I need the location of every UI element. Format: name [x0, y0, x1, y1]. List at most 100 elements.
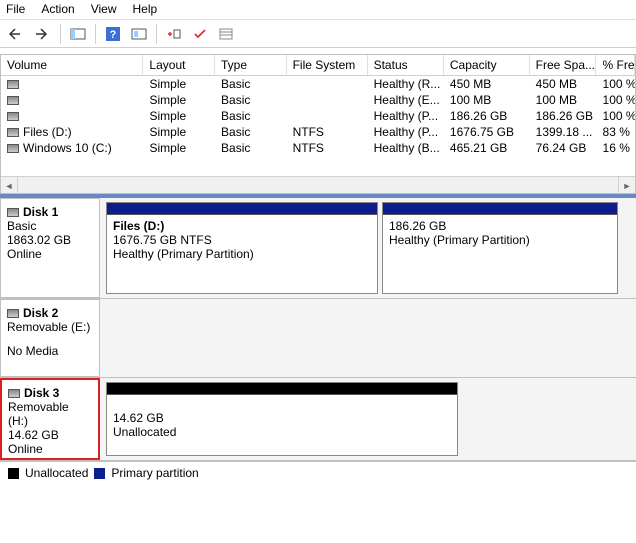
disk-name: Disk 1: [23, 205, 58, 219]
cell-status: Healthy (P...: [368, 108, 444, 124]
cell-freespace: 76.24 GB: [530, 140, 597, 156]
toolbar-separator: [60, 24, 61, 44]
cell-status: Healthy (E...: [368, 92, 444, 108]
cell-freespace: 450 MB: [530, 76, 597, 92]
partition-status: Unallocated: [113, 425, 451, 439]
cell-type: Basic: [215, 108, 287, 124]
partition-status: Healthy (Primary Partition): [389, 233, 611, 247]
partition-size: 1676.75 GB NTFS: [113, 233, 371, 247]
cell-layout: Simple: [143, 124, 215, 140]
legend-swatch-unallocated: [8, 468, 19, 479]
toolbar-separator: [95, 24, 96, 44]
refresh-icon[interactable]: [163, 23, 185, 45]
legend-swatch-primary: [94, 468, 105, 479]
list-icon[interactable]: [215, 23, 237, 45]
col-filesystem[interactable]: File System: [287, 55, 368, 75]
partition-bar-primary: [383, 203, 617, 215]
legend: Unallocated Primary partition: [0, 461, 636, 484]
disk-icon: [7, 144, 19, 153]
cell-type: Basic: [215, 124, 287, 140]
partition[interactable]: Files (D:) 1676.75 GB NTFS Healthy (Prim…: [106, 202, 378, 294]
cell-layout: Simple: [143, 108, 215, 124]
disk-icon: [7, 112, 19, 121]
toolbar: ?: [0, 20, 636, 48]
legend-label-primary: Primary partition: [111, 466, 198, 480]
disk-info-panel[interactable]: Disk 3 Removable (H:) 14.62 GB Online: [0, 378, 100, 460]
volume-row[interactable]: Windows 10 (C:)SimpleBasicNTFSHealthy (B…: [1, 140, 635, 156]
menu-view[interactable]: View: [91, 2, 117, 17]
check-icon[interactable]: [189, 23, 211, 45]
cell-freespace: 1399.18 ...: [530, 124, 597, 140]
partition-bar-primary: [107, 203, 377, 215]
col-status[interactable]: Status: [368, 55, 444, 75]
col-volume[interactable]: Volume: [1, 55, 143, 75]
menu-bar: File Action View Help: [0, 0, 636, 20]
cell-filesystem: [287, 92, 368, 108]
disk-state: No Media: [7, 344, 93, 358]
disk-type: Removable (E:): [7, 320, 93, 334]
volume-row[interactable]: Files (D:)SimpleBasicNTFSHealthy (P...16…: [1, 124, 635, 140]
disk-type: Basic: [7, 219, 93, 233]
volume-row[interactable]: SimpleBasicHealthy (E...100 MB100 MB100 …: [1, 92, 635, 108]
cell-percentfree: 100 %: [597, 92, 635, 108]
disk-icon: [7, 208, 19, 217]
partition-status: Healthy (Primary Partition): [113, 247, 371, 261]
show-hide-icon[interactable]: [67, 23, 89, 45]
col-freespace[interactable]: Free Spa...: [530, 55, 597, 75]
volume-rows: SimpleBasicHealthy (R...450 MB450 MB100 …: [1, 76, 635, 156]
cell-type: Basic: [215, 140, 287, 156]
cell-percentfree: 100 %: [597, 108, 635, 124]
cell-filesystem: [287, 108, 368, 124]
cell-filesystem: NTFS: [287, 140, 368, 156]
toolbar-separator: [156, 24, 157, 44]
disk-graphical-view: Disk 1 Basic 1863.02 GB Online Files (D:…: [0, 194, 636, 484]
disk-info-panel[interactable]: Disk 2 Removable (E:) No Media: [0, 299, 100, 377]
legend-label-unallocated: Unallocated: [25, 466, 88, 480]
scroll-left-icon[interactable]: ◄: [1, 177, 18, 194]
scroll-right-icon[interactable]: ►: [618, 177, 635, 194]
volume-row[interactable]: SimpleBasicHealthy (P...186.26 GB186.26 …: [1, 108, 635, 124]
partition[interactable]: 14.62 GB Unallocated: [106, 382, 458, 456]
disk-info-panel[interactable]: Disk 1 Basic 1863.02 GB Online: [0, 198, 100, 298]
disk-name: Disk 2: [23, 306, 58, 320]
menu-action[interactable]: Action: [41, 2, 74, 17]
cell-status: Healthy (P...: [368, 124, 444, 140]
col-type[interactable]: Type: [215, 55, 287, 75]
col-capacity[interactable]: Capacity: [444, 55, 530, 75]
disk-icon: [7, 96, 19, 105]
cell-layout: Simple: [143, 92, 215, 108]
forward-icon[interactable]: [32, 23, 54, 45]
partition-size: 186.26 GB: [389, 219, 611, 233]
disk-icon: [8, 389, 20, 398]
disk-partitions: [100, 299, 636, 377]
partition[interactable]: 186.26 GB Healthy (Primary Partition): [382, 202, 618, 294]
cell-capacity: 465.21 GB: [444, 140, 530, 156]
cell-percentfree: 100 %: [597, 76, 635, 92]
cell-capacity: 100 MB: [444, 92, 530, 108]
disk-type: Removable (H:): [8, 400, 92, 428]
disk-row: Disk 3 Removable (H:) 14.62 GB Online 14…: [0, 378, 636, 461]
disk-partitions: 14.62 GB Unallocated: [100, 378, 636, 460]
col-percentfree[interactable]: % Fre: [596, 55, 635, 75]
cell-layout: Simple: [143, 140, 215, 156]
menu-help[interactable]: Help: [133, 2, 158, 17]
cell-type: Basic: [215, 76, 287, 92]
menu-file[interactable]: File: [6, 2, 25, 17]
svg-text:?: ?: [110, 29, 117, 41]
disk-row: Disk 2 Removable (E:) No Media: [0, 299, 636, 378]
cell-status: Healthy (B...: [368, 140, 444, 156]
disk-row: Disk 1 Basic 1863.02 GB Online Files (D:…: [0, 198, 636, 299]
disk-icon: [7, 128, 19, 137]
disk-state: Online: [8, 442, 92, 456]
col-layout[interactable]: Layout: [143, 55, 215, 75]
cell-capacity: 186.26 GB: [444, 108, 530, 124]
disk-state: Online: [7, 247, 93, 261]
cell-freespace: 186.26 GB: [530, 108, 597, 124]
disk-partitions: Files (D:) 1676.75 GB NTFS Healthy (Prim…: [100, 198, 636, 298]
help-icon[interactable]: ?: [102, 23, 124, 45]
volume-row[interactable]: SimpleBasicHealthy (R...450 MB450 MB100 …: [1, 76, 635, 92]
settings-icon[interactable]: [128, 23, 150, 45]
back-icon[interactable]: [6, 23, 28, 45]
horizontal-scrollbar[interactable]: ◄ ►: [1, 176, 635, 193]
cell-filesystem: NTFS: [287, 124, 368, 140]
